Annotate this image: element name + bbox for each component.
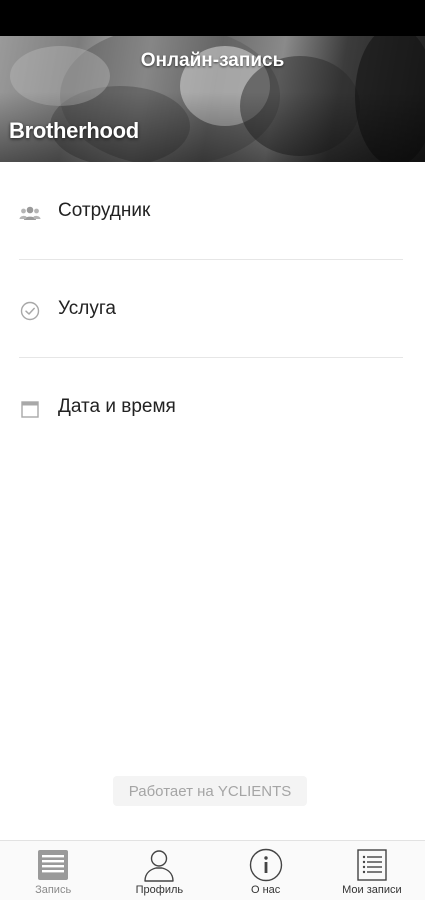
- tab-label: Мои записи: [342, 884, 402, 896]
- menu-item-label: Дата и время: [58, 396, 176, 417]
- company-name: Brotherhood: [9, 118, 139, 143]
- profile-icon: [142, 848, 176, 882]
- calendar-icon: [19, 398, 41, 420]
- status-bar: [0, 0, 425, 36]
- tab-profile[interactable]: Профиль: [106, 841, 212, 900]
- people-icon: [19, 202, 41, 224]
- booking-steps: Сотрудник Услуга Дата и время: [0, 162, 425, 456]
- tab-label: О нас: [250, 884, 281, 896]
- tab-label: Запись: [35, 884, 72, 896]
- tab-label: Профиль: [135, 884, 184, 896]
- check-circle-icon: [19, 300, 41, 322]
- menu-item-service[interactable]: Услуга: [0, 260, 425, 358]
- tab-booking[interactable]: Запись: [0, 841, 106, 900]
- page-title: Онлайн-запись: [140, 50, 285, 71]
- tab-about[interactable]: О нас: [213, 841, 319, 900]
- menu-item-datetime[interactable]: Дата и время: [0, 358, 425, 456]
- bottom-tab-bar: Запись Профиль О нас Мои записи: [0, 840, 425, 900]
- tab-my-bookings[interactable]: Мои записи: [319, 841, 425, 900]
- menu-item-label: Услуга: [58, 298, 116, 319]
- info-icon: [249, 848, 283, 882]
- header-banner: Онлайн-запись Brotherhood: [0, 36, 425, 162]
- my-bookings-icon: [355, 848, 389, 882]
- menu-item-staff[interactable]: Сотрудник: [0, 162, 425, 260]
- booking-list-icon: [36, 848, 70, 882]
- powered-by-link[interactable]: Работает на YCLIENTS: [113, 776, 307, 806]
- menu-item-label: Сотрудник: [58, 200, 151, 221]
